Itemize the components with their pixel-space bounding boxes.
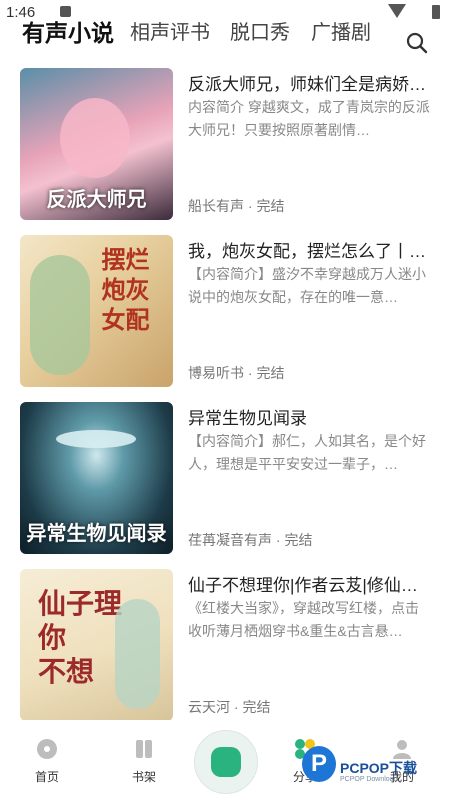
play-icon bbox=[211, 747, 241, 777]
tab-talk-show[interactable]: 脱口秀 bbox=[230, 16, 290, 45]
book-description: 【内容简介】盛汐不幸穿越成万人迷小说中的炮灰女配，存在的唯一意… bbox=[188, 266, 426, 305]
book-meta: 云天河 · 完结 bbox=[188, 699, 271, 715]
book-title[interactable]: 我，炮灰女配，摆烂怎么了丨… bbox=[188, 237, 436, 262]
nav-shelf-label: 书架 bbox=[131, 770, 156, 784]
search-icon[interactable] bbox=[406, 32, 428, 54]
nav-shelf[interactable]: 书架 bbox=[114, 738, 174, 785]
list-item[interactable]: 反派大师兄 反派大师兄，师妹们全是病娇… 内容简介 穿越爽文，成了青岚宗的反派大… bbox=[0, 60, 450, 220]
tab-audio-novel[interactable]: 有声小说 bbox=[22, 14, 114, 48]
tab-crosstalk[interactable]: 相声评书 bbox=[130, 16, 210, 45]
book-description: 内容简介 穿越爽文，成了青岚宗的反派大师兄！只要按照原著剧情… bbox=[188, 99, 430, 138]
book-meta: 博易听书 · 完结 bbox=[188, 365, 285, 381]
list-item[interactable]: 异常生物见闻录 异常生物见闻录 【内容简介】郝仁，人如其名，是个好人，理想是平平… bbox=[0, 394, 450, 554]
book-meta: 船长有声 · 完结 bbox=[188, 198, 285, 214]
book-title[interactable]: 仙子不想理你|作者云芨|修仙… bbox=[188, 571, 436, 596]
list-item[interactable]: 仙子理你 不想 仙子不想理你|作者云芨|修仙… 《红楼大当家》，穿越改写红楼，点击… bbox=[0, 561, 450, 721]
list-item[interactable]: 摆烂 炮灰 女配 我，炮灰女配，摆烂怎么了丨… 【内容简介】盛汐不幸穿越成万人迷小说… bbox=[0, 227, 450, 387]
tab-radio-drama[interactable]: 广播剧 bbox=[311, 16, 371, 45]
book-cover[interactable]: 仙子理你 不想 bbox=[20, 569, 173, 721]
book-cover[interactable]: 反派大师兄 bbox=[20, 68, 173, 220]
watermark-sub: PCPOP Download bbox=[340, 776, 398, 783]
watermark-brand: PCPOP下载 bbox=[340, 760, 418, 776]
book-cover[interactable]: 异常生物见闻录 bbox=[20, 402, 173, 554]
cover-caption: 异常生物见闻录 bbox=[26, 521, 167, 545]
book-description: 《红楼大当家》，穿越改写红楼，点击收听薄月栖烟穿书&重生&古言悬… bbox=[188, 600, 419, 639]
book-title[interactable]: 异常生物见闻录 bbox=[188, 404, 436, 429]
nav-home[interactable]: 首页 bbox=[17, 738, 77, 785]
book-cover[interactable]: 摆烂 炮灰 女配 bbox=[20, 235, 173, 387]
watermark: P PCPOP下载 PCPOP Download bbox=[300, 744, 450, 790]
bookshelf-icon bbox=[136, 740, 152, 758]
cover-caption: 反派大师兄 bbox=[46, 187, 147, 211]
nav-home-label: 首页 bbox=[34, 770, 59, 784]
disc-icon bbox=[37, 739, 57, 759]
book-description: 【内容简介】郝仁，人如其名，是个好人，理想是平平安安过一辈子，… bbox=[188, 433, 426, 472]
category-tabs: 有声小说 相声评书 脱口秀 广播剧 bbox=[0, 14, 450, 54]
pcpop-logo-icon: P bbox=[302, 746, 336, 782]
book-meta: 荏苒凝音有声 · 完结 bbox=[188, 532, 313, 548]
book-title[interactable]: 反派大师兄，师妹们全是病娇… bbox=[188, 70, 436, 95]
player-button[interactable] bbox=[194, 730, 258, 794]
